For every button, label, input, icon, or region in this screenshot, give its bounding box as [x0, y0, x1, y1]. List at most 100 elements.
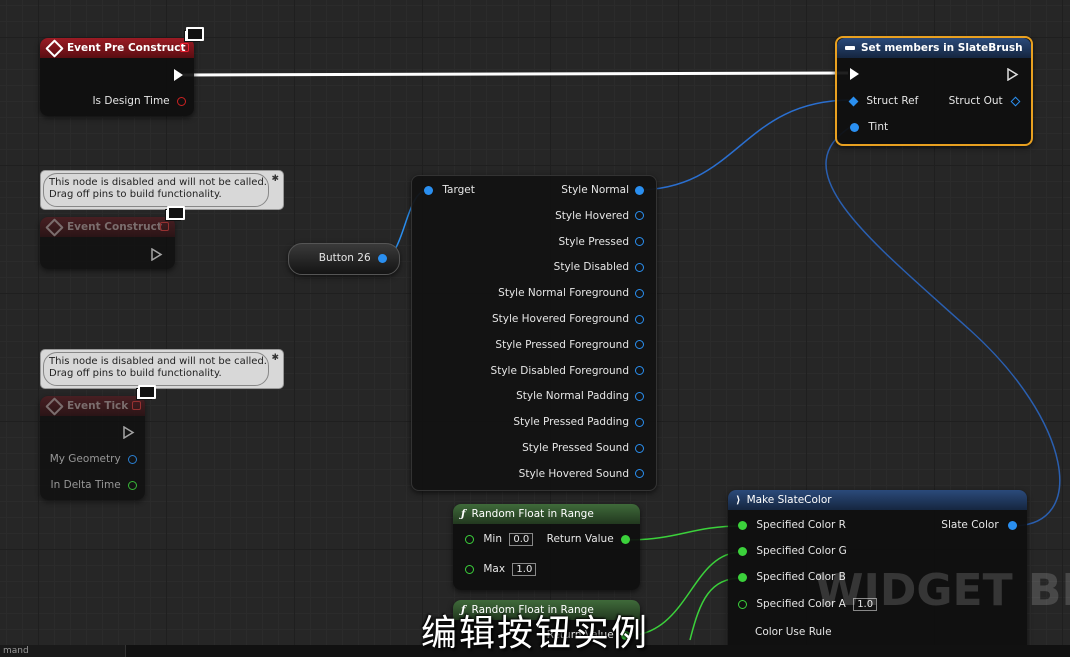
- pin-icon[interactable]: ✱: [271, 352, 279, 364]
- node-header[interactable]: ⟩ Make SlateColor: [728, 490, 1027, 510]
- style-output-row: Style Pressed Sound: [522, 442, 644, 454]
- pin-label: Style Pressed Sound: [522, 442, 629, 454]
- event-construct-node[interactable]: Event Construct: [40, 217, 175, 269]
- node-header[interactable]: Set members in SlateBrush: [837, 38, 1031, 58]
- pin-label: Max: [483, 563, 506, 575]
- float-pin[interactable]: [738, 572, 747, 582]
- event-tick-node[interactable]: Event Tick My Geometry In Delta Time: [40, 396, 145, 500]
- comment-line: Drag off pins to build functionality.: [49, 189, 222, 200]
- slate-color-pin[interactable]: [1008, 520, 1017, 530]
- style-output-row: Style Normal: [561, 184, 644, 196]
- set-members-node[interactable]: Set members in SlateBrush Struct Ref Str…: [835, 36, 1033, 146]
- exec-out-icon[interactable]: [123, 426, 135, 439]
- pin-label: Tint: [868, 121, 889, 133]
- random-r-wire: [624, 525, 743, 541]
- comment-line: Drag off pins to build functionality.: [49, 368, 222, 379]
- exec-out-pin[interactable]: [174, 69, 183, 81]
- style-output-row: Style Hovered: [555, 210, 644, 222]
- delegate-pin[interactable]: [160, 222, 169, 231]
- monitor-icon: [136, 385, 156, 401]
- struct-out-pin[interactable]: [635, 417, 644, 427]
- struct-out-pin[interactable]: [635, 314, 644, 324]
- node-header[interactable]: Event Pre Construct: [40, 38, 194, 58]
- max-row: Max 1.0: [465, 563, 537, 576]
- style-normal-wire: [635, 99, 853, 191]
- pin-icon[interactable]: ✱: [271, 173, 279, 185]
- diamond-event-icon: [45, 396, 64, 416]
- comment-line: This node is disabled and will not be ca…: [49, 177, 267, 188]
- struct-pin[interactable]: [128, 454, 137, 464]
- delegate-pin[interactable]: [132, 401, 141, 410]
- function-icon: ƒ: [461, 508, 466, 520]
- node-title: Event Tick: [67, 400, 129, 412]
- float-out-pin[interactable]: [621, 534, 630, 544]
- float-pin[interactable]: [738, 520, 747, 530]
- pin-label: Struct Out: [948, 95, 1003, 107]
- style-output-row: Style Hovered Foreground: [492, 313, 644, 325]
- style-output-row: Style Disabled: [554, 261, 644, 273]
- struct-out-pin[interactable]: [635, 237, 644, 247]
- my-geometry-row: My Geometry: [50, 453, 137, 465]
- tint-row: Tint: [850, 121, 888, 133]
- color-r-row: Specified Color R: [738, 519, 846, 531]
- monitor-icon: [184, 27, 204, 43]
- button-variable-node[interactable]: Button 26: [288, 243, 400, 275]
- tint-pin[interactable]: [850, 122, 859, 132]
- struct-out-pin[interactable]: [635, 443, 644, 453]
- struct-out-pin[interactable]: [635, 391, 644, 401]
- struct-out-pin[interactable]: [635, 211, 644, 221]
- node-header[interactable]: Event Construct: [40, 217, 175, 237]
- disabled-comment: This node is disabled and will not be ca…: [40, 349, 284, 389]
- exec-out-icon[interactable]: [151, 248, 163, 261]
- float-pin[interactable]: [465, 534, 474, 544]
- pin-label: Style Disabled: [553, 261, 629, 274]
- struct-out-pin[interactable]: [635, 366, 644, 376]
- pin-label: Slate Color: [941, 519, 999, 531]
- node-header[interactable]: ƒ Random Float in Range: [453, 504, 640, 524]
- style-output-row: Style Hovered Sound: [519, 468, 644, 480]
- slate-color-tint-wire: [825, 125, 1061, 527]
- node-title: Set members in SlateBrush: [861, 42, 1023, 54]
- struct-out-pin[interactable]: [635, 262, 644, 272]
- bool-pin[interactable]: [177, 96, 186, 106]
- event-pre-construct-node[interactable]: Event Pre Construct Is Design Time: [40, 38, 194, 116]
- exec-in-pin[interactable]: [850, 68, 859, 80]
- pin-label: Specified Color R: [756, 519, 846, 531]
- struct-out-row: Struct Out: [948, 95, 1021, 107]
- struct-icon: ⟩: [736, 494, 741, 506]
- max-value-input[interactable]: 1.0: [512, 563, 537, 576]
- struct-out-pin[interactable]: [1010, 96, 1021, 106]
- pin-label: Style Disabled Foreground: [490, 364, 629, 377]
- struct-ref-pin[interactable]: [848, 96, 859, 106]
- pin-label: Style Pressed Foreground: [495, 338, 629, 351]
- pin-label: Specified Color G: [756, 545, 847, 557]
- struct-out-pin[interactable]: [635, 288, 644, 298]
- delegate-pin[interactable]: [180, 43, 189, 52]
- pin-label: Style Hovered: [555, 209, 629, 222]
- video-subtitle: 编辑按钮实例: [420, 613, 649, 654]
- exec-out-icon[interactable]: [1007, 68, 1019, 81]
- target-row: Target: [424, 184, 475, 196]
- color-g-row: Specified Color G: [738, 545, 847, 557]
- random-float-node[interactable]: ƒ Random Float in Range Min 0.0 Max 1.0 …: [453, 504, 640, 590]
- struct-out-pin[interactable]: [635, 340, 644, 350]
- comment-line: This node is disabled and will not be ca…: [49, 356, 267, 367]
- target-pin[interactable]: [424, 185, 433, 195]
- float-pin[interactable]: [738, 546, 747, 556]
- node-title: Event Pre Construct: [67, 42, 186, 54]
- struct-out-pin[interactable]: [635, 185, 644, 195]
- float-pin[interactable]: [128, 480, 137, 490]
- style-output-row: Style Disabled Foreground: [491, 365, 644, 377]
- style-output-row: Style Pressed Foreground: [495, 339, 644, 351]
- struct-out-pin[interactable]: [635, 469, 644, 479]
- is-design-time-row: Is Design Time: [92, 95, 186, 107]
- float-pin[interactable]: [465, 564, 474, 574]
- disabled-comment: This node is disabled and will not be ca…: [40, 170, 284, 210]
- object-pin[interactable]: [378, 253, 387, 263]
- node-header[interactable]: Event Tick: [40, 396, 145, 416]
- node-title: Random Float in Range: [471, 508, 594, 520]
- style-properties-node[interactable]: Target Style Normal Style Hovered Style Pr…: [411, 175, 657, 491]
- pin-label: My Geometry: [49, 453, 121, 465]
- diamond-event-icon: [45, 217, 64, 237]
- min-value-input[interactable]: 0.0: [509, 533, 534, 546]
